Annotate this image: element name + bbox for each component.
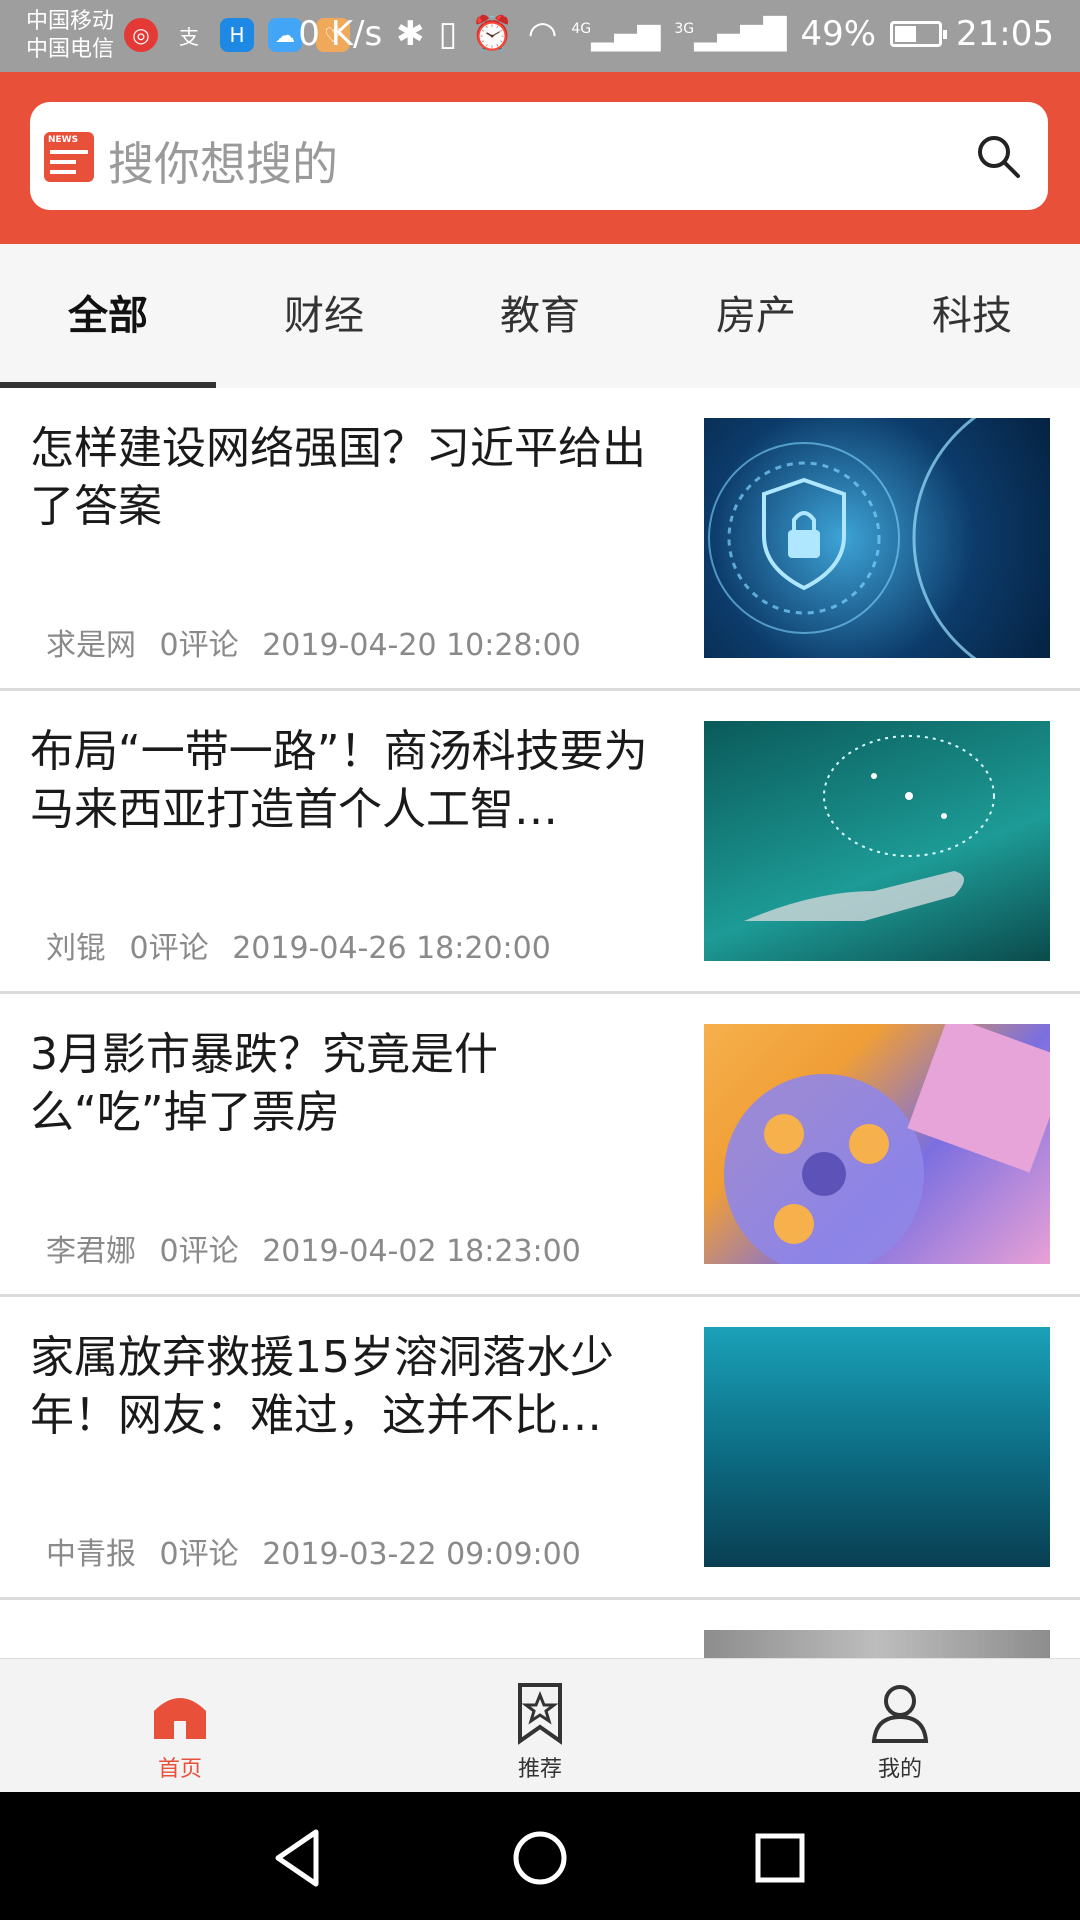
vibrate-icon: ▯ — [438, 14, 458, 54]
tab-technology[interactable]: 科技 — [864, 244, 1080, 388]
news-title[interactable]: 家属放弃救援15岁溶洞落水少年！网友：难过，这并不比… — [30, 1329, 670, 1445]
partial-image[interactable] — [704, 1630, 1050, 1658]
news-comments: 0评论 — [159, 1537, 239, 1572]
person-icon — [871, 1685, 929, 1743]
news-meta: 求是网 0评论 2019-04-20 10:28:00 — [46, 620, 595, 664]
film-reel-graphic — [724, 1024, 1050, 1264]
news-logo-icon: NEWS — [44, 132, 94, 182]
underwater-image[interactable] — [704, 1327, 1050, 1567]
netease-app-icon: ◎ — [124, 18, 158, 52]
recents-icon[interactable] — [748, 1826, 812, 1890]
nav-mine[interactable]: 我的 — [720, 1659, 1080, 1793]
status-bar: 中国移动 中国电信 ◎ 支 H ☁ ♡ 0 K/s ✱ ▯ ⏰ ◠ 4G▂▄▆ … — [0, 0, 1080, 72]
news-meta: 中青报 0评论 2019-03-22 09:09:00 — [46, 1529, 595, 1573]
signal-3g: 3G▂▄▆█ — [674, 16, 787, 52]
app-header: NEWS 搜你想搜的 — [0, 72, 1080, 244]
news-card[interactable]: 怎样建设网络强国？习近平给出了答案 求是网 0评论 2019-04-20 10:… — [0, 388, 1080, 691]
news-time: 2019-04-26 18:20:00 — [232, 931, 551, 966]
news-time: 2019-04-02 18:23:00 — [262, 1234, 581, 1269]
news-title[interactable]: 3月影市暴跌？究竟是什么“吃”掉了票房 — [30, 1026, 670, 1142]
carrier-names: 中国移动 中国电信 — [26, 8, 114, 64]
tab-real-estate[interactable]: 房产 — [648, 244, 864, 388]
news-time: 2019-03-22 09:09:00 — [262, 1537, 581, 1572]
carrier-1: 中国移动 — [26, 9, 115, 34]
status-indicators: 0 K/s ✱ ▯ ⏰ ◠ 4G▂▄▆ 3G▂▄▆█ 49% 21:05 — [298, 14, 1054, 54]
news-source: 中青报 — [46, 1537, 136, 1572]
alipay-app-icon: 支 — [179, 24, 199, 49]
news-time: 2019-04-20 10:28:00 — [262, 628, 581, 663]
news-feed: 怎样建设网络强国？习近平给出了答案 求是网 0评论 2019-04-20 10:… — [0, 388, 1080, 1658]
news-card[interactable]: 3月影市暴跌？究竟是什么“吃”掉了票房 李君娜 0评论 2019-04-02 1… — [0, 994, 1080, 1297]
nav-recommend[interactable]: 推荐 — [360, 1659, 720, 1793]
news-card[interactable]: 布局“一带一路”！商汤科技要为马来西亚打造首个人工智… 刘锟 0评论 2019-… — [0, 691, 1080, 994]
carrier-2: 中国电信 — [26, 37, 115, 62]
search-bar[interactable]: NEWS 搜你想搜的 — [30, 102, 1048, 210]
app-cloud-icon: ☁ — [268, 18, 302, 52]
robot-hand-ai-brain-image[interactable] — [704, 721, 1050, 961]
nav-home[interactable]: 首页 — [0, 1659, 360, 1793]
search-icon[interactable] — [974, 132, 1022, 180]
news-comments: 0评论 — [159, 1234, 239, 1269]
bookmark-star-icon — [518, 1683, 562, 1745]
ai-brain-graphic — [744, 735, 995, 921]
wifi-icon: ◠ — [527, 14, 558, 54]
battery-icon — [890, 21, 948, 47]
news-meta: 刘锟 0评论 2019-04-26 18:20:00 — [46, 923, 565, 967]
battery-fill — [895, 26, 917, 42]
nav-home-label: 首页 — [157, 1757, 202, 1782]
tab-all[interactable]: 全部 — [0, 244, 216, 388]
app-h-icon: H — [220, 18, 254, 52]
home-circle-icon[interactable] — [508, 1826, 572, 1890]
cyber-security-lock-image[interactable] — [704, 418, 1050, 658]
news-source: 李君娜 — [46, 1234, 136, 1269]
news-comments: 0评论 — [159, 628, 239, 663]
bottom-navigation: 首页 推荐 我的 — [0, 1658, 1080, 1793]
tab-finance[interactable]: 财经 — [216, 244, 432, 388]
alarm-icon: ⏰ — [471, 14, 514, 54]
news-title[interactable]: 怎样建设网络强国？习近平给出了答案 — [30, 420, 670, 536]
net-speed: 0 K/s — [298, 14, 383, 54]
lock-shield-graphic — [708, 418, 977, 658]
news-comments: 0评论 — [129, 931, 209, 966]
film-reel-tickets-image[interactable] — [704, 1024, 1050, 1264]
news-card[interactable] — [0, 1600, 1080, 1658]
news-source: 刘锟 — [46, 931, 106, 966]
clock: 21:05 — [956, 14, 1054, 54]
signal-4g: 4G▂▄▆ — [571, 16, 661, 52]
news-meta: 李君娜 0评论 2019-04-02 18:23:00 — [46, 1226, 595, 1270]
home-icon — [154, 1698, 206, 1739]
news-source: 求是网 — [46, 628, 136, 663]
bluetooth-icon: ✱ — [396, 14, 425, 54]
nav-recommend-label: 推荐 — [517, 1757, 562, 1782]
news-card[interactable]: 家属放弃救援15岁溶洞落水少年！网友：难过，这并不比… 中青报 0评论 2019… — [0, 1297, 1080, 1600]
nav-mine-label: 我的 — [877, 1757, 922, 1782]
tab-education[interactable]: 教育 — [432, 244, 648, 388]
search-input[interactable]: 搜你想搜的 — [108, 128, 338, 194]
news-title[interactable]: 布局“一带一路”！商汤科技要为马来西亚打造首个人工智… — [30, 723, 670, 839]
back-icon[interactable] — [268, 1826, 332, 1890]
battery-percent: 49% — [800, 14, 877, 54]
category-tabs: 全部 财经 教育 房产 科技 — [0, 244, 1080, 388]
system-navigation-bar — [0, 1792, 1080, 1920]
